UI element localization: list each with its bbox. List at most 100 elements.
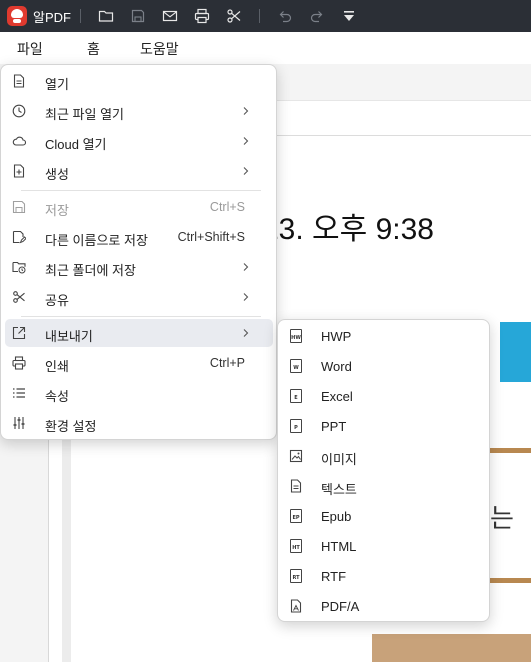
export-item-label: HWP: [321, 329, 352, 344]
menu-item-label: 열기: [45, 77, 69, 92]
word-file-icon: W: [288, 358, 304, 374]
menu-item-create[interactable]: 생성: [5, 157, 273, 185]
export-item-text[interactable]: 텍스트: [282, 472, 486, 500]
chevron-right-icon: [241, 290, 251, 304]
menu-item-properties[interactable]: 속성: [5, 379, 273, 407]
export-item-label: Excel: [321, 389, 353, 404]
export-item-label: PPT: [321, 419, 347, 434]
toolbar-separator: [258, 9, 260, 23]
export-item-label: RTF: [321, 569, 347, 584]
new-file-icon: [11, 163, 27, 179]
mail-icon: [162, 10, 178, 22]
excel-file-icon: E: [288, 388, 304, 404]
print-icon: [11, 355, 27, 371]
save-as-icon: [11, 229, 27, 245]
export-item-label: 이미지: [321, 452, 357, 467]
shortcut-label: Ctrl+Shift+S: [177, 230, 245, 244]
export-item-ppt[interactable]: P PPT: [282, 412, 486, 440]
export-item-pdfa[interactable]: PDF/A: [282, 592, 486, 620]
file-menu: 열기 최근 파일 열기 Cloud 열기 생성 저장 Ctrl+S 다른 이름으…: [0, 64, 277, 440]
menu-item-save-as[interactable]: 다른 이름으로 저장 Ctrl+Shift+S: [5, 223, 273, 251]
save-icon: [11, 199, 27, 215]
menu-item-print[interactable]: 인쇄 Ctrl+P: [5, 349, 273, 377]
menu-help[interactable]: 도움말: [140, 39, 179, 59]
export-item-label: PDF/A: [321, 599, 360, 614]
menu-item-share[interactable]: 공유: [5, 283, 273, 311]
menu-item-label: 저장: [45, 203, 69, 218]
menu-home[interactable]: 홈: [87, 39, 100, 59]
export-item-hwp[interactable]: HW HWP: [282, 322, 486, 350]
ppt-file-icon: P: [288, 418, 304, 434]
pdfa-file-icon: [288, 598, 304, 614]
share-button[interactable]: [218, 0, 250, 32]
menu-item-export[interactable]: 내보내기: [5, 319, 273, 347]
menu-item-label: 최근 파일 열기: [45, 107, 124, 122]
menu-item-save-recent-folder[interactable]: 최근 폴더에 저장: [5, 253, 273, 281]
hwp-file-icon: HW: [288, 328, 304, 344]
menu-file[interactable]: 파일: [17, 39, 43, 59]
menu-item-label: 생성: [45, 167, 69, 182]
menu-item-label: 속성: [45, 389, 69, 404]
toolbar-separator: [79, 9, 81, 23]
file-icon: [11, 73, 27, 89]
shortcut-label: Ctrl+P: [209, 356, 245, 370]
export-item-label: Epub: [321, 509, 352, 524]
export-item-html[interactable]: HT HTML: [282, 532, 486, 560]
menu-item-label: 공유: [45, 293, 69, 308]
shortcut-label: Ctrl+S: [209, 200, 245, 214]
text-file-icon: [288, 478, 304, 494]
menu-item-label: Cloud 열기: [45, 137, 107, 152]
menu-item-label: 인쇄: [45, 359, 69, 374]
menu-item-cloud-open[interactable]: Cloud 열기: [5, 127, 273, 155]
quick-access-dropdown[interactable]: [333, 0, 365, 32]
menu-separator: [21, 316, 261, 317]
title-bar: 알PDF: [0, 0, 531, 32]
chevron-right-icon: [241, 164, 251, 178]
menu-item-preferences[interactable]: 환경 설정: [5, 409, 273, 437]
export-icon: [11, 325, 27, 341]
dropdown-icon: [343, 11, 354, 21]
chevron-right-icon: [241, 260, 251, 274]
mail-button[interactable]: [154, 0, 186, 32]
app-logo: [7, 6, 27, 26]
cloud-icon: [11, 133, 27, 149]
menu-bar: 파일 홈 도움말: [0, 32, 531, 64]
clock-icon: [11, 103, 27, 119]
menu-item-label: 최근 폴더에 저장: [45, 263, 136, 278]
menu-separator: [21, 190, 261, 191]
export-item-label: 텍스트: [321, 482, 357, 497]
chevron-right-icon: [241, 326, 251, 340]
export-item-rtf[interactable]: RT RTF: [282, 562, 486, 590]
menu-item-label: 내보내기: [45, 329, 93, 344]
image-file-icon: [288, 448, 304, 464]
share-icon: [11, 289, 27, 305]
export-item-image[interactable]: 이미지: [282, 442, 486, 470]
open-folder-button[interactable]: [90, 0, 122, 32]
redo-icon: [310, 11, 323, 23]
save-button[interactable]: [122, 0, 154, 32]
menu-item-label: 환경 설정: [45, 419, 97, 434]
redo-button[interactable]: [301, 0, 333, 32]
export-submenu: HW HWP W Word E Excel P PPT 이미지 텍스트 EP E…: [277, 319, 490, 622]
print-button[interactable]: [186, 0, 218, 32]
html-file-icon: HT: [288, 538, 304, 554]
save-icon: [131, 9, 145, 23]
share-icon: [227, 9, 241, 23]
menu-item-open[interactable]: 열기: [5, 67, 273, 95]
export-item-excel[interactable]: E Excel: [282, 382, 486, 410]
list-icon: [11, 385, 27, 401]
menu-item-recent-files[interactable]: 최근 파일 열기: [5, 97, 273, 125]
export-item-label: HTML: [321, 539, 357, 554]
export-item-label: Word: [321, 359, 352, 374]
print-icon: [194, 8, 210, 24]
undo-button[interactable]: [269, 0, 301, 32]
export-item-epub[interactable]: EP Epub: [282, 502, 486, 530]
epub-file-icon: EP: [288, 508, 304, 524]
chevron-right-icon: [241, 104, 251, 118]
export-item-word[interactable]: W Word: [282, 352, 486, 380]
chevron-right-icon: [241, 134, 251, 148]
menu-item-save[interactable]: 저장 Ctrl+S: [5, 193, 273, 221]
document-image: [372, 634, 531, 662]
recent-folder-icon: [11, 259, 27, 275]
folder-icon: [98, 10, 114, 22]
